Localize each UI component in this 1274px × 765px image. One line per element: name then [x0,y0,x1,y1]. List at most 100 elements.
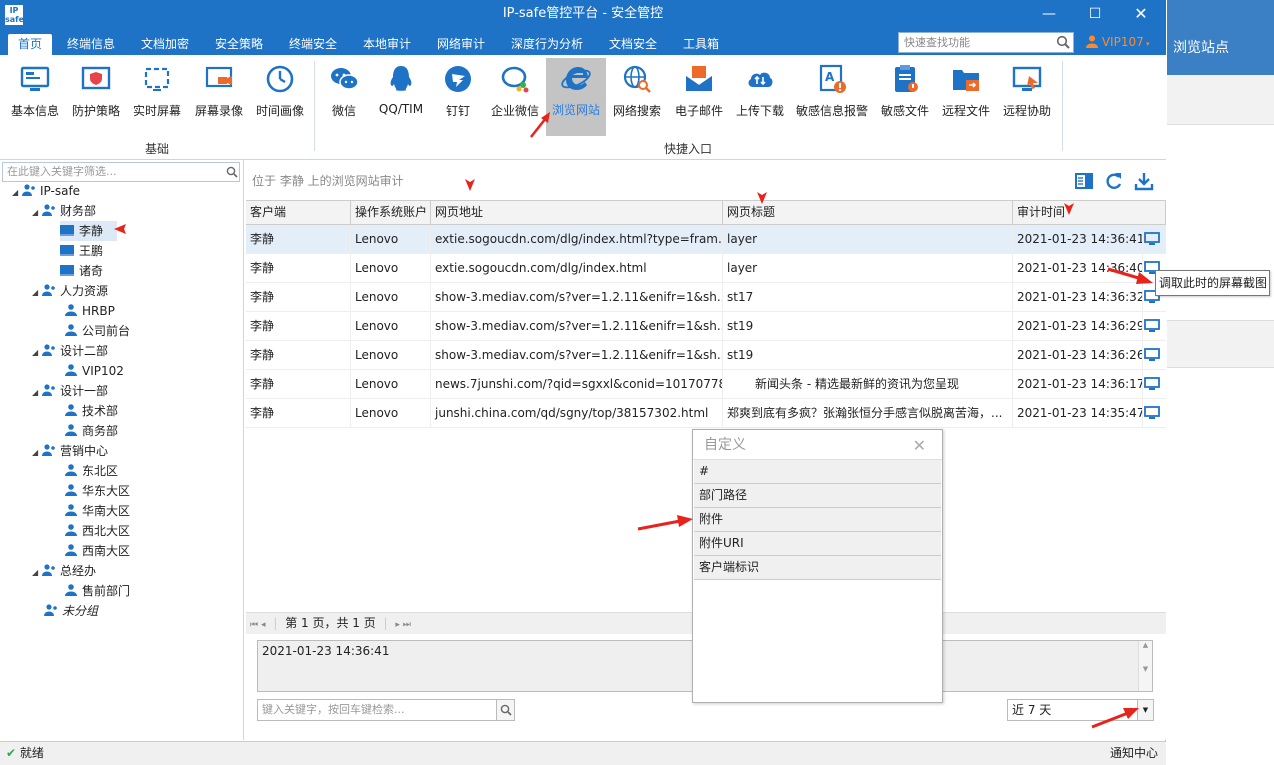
menu-local-audit[interactable]: 本地审计 [356,34,418,55]
cell-client: 李静 [246,399,351,428]
download-icon[interactable] [1134,171,1154,191]
expand-icon[interactable]: ◢ [32,563,42,583]
menu-network-audit[interactable]: 网络审计 [430,34,492,55]
sensitive-file-button[interactable]: 敏感文件 [878,59,932,131]
remote-assist-button[interactable]: 远程协助 [998,59,1056,131]
dialog-item-client-id[interactable]: 客户端标识 [694,556,941,580]
scrollbar[interactable]: ▲ ▼ [1138,641,1152,691]
user-icon [65,324,77,336]
dialog-item-hash[interactable]: # [694,460,941,484]
qq-button[interactable]: QQ/TIM [372,59,430,131]
screenshot-monitor-icon[interactable] [1144,318,1160,334]
menu-behavior-analysis[interactable]: 深度行为分析 [504,34,590,55]
check-icon: ✔ [6,746,17,760]
tree-node-hr[interactable]: ◢ 人力资源 [32,281,108,301]
keyword-search-button[interactable] [496,700,514,720]
tree-node-design2[interactable]: ◢ 设计二部 [32,341,108,361]
title-bar[interactable]: IP safe IP-safe管控平台 - 安全管控 — ☐ ✕ [0,0,1166,30]
columns-icon[interactable] [1074,171,1094,191]
protection-policy-button[interactable]: 防护策略 [68,59,124,131]
expand-icon[interactable]: ◢ [32,283,42,303]
tree-node-east[interactable]: 华东大区 [64,481,130,501]
column-audit-time[interactable]: 审计时间 [1013,201,1166,225]
tree-node-finance[interactable]: ◢ 财务部 [32,201,96,221]
tree-filter-input[interactable]: 在此键入关键字筛选... [2,162,240,182]
dialog-item-attachment[interactable]: 附件 [694,508,941,532]
search-icon[interactable] [226,166,238,178]
quick-search-input[interactable]: 快速查找功能 [898,32,1074,53]
table-row[interactable]: 李静 Lenovo show-3.mediav.com/s?ver=1.2.11&e… [246,283,1166,312]
tree-node-sales[interactable]: ◢ 营销中心 [32,441,108,461]
table-row[interactable]: 李静 Lenovo extie.sogoucdn.com/dlg/index.htm… [246,225,1166,254]
tree-node-gm-office[interactable]: ◢ 总经办 [32,561,96,581]
tree-node-design1[interactable]: ◢ 设计一部 [32,381,108,401]
tree-node-lijing[interactable]: 李静 [60,221,118,241]
tree-node-southwest[interactable]: 西南大区 [64,541,130,561]
table-row[interactable]: 李静 Lenovo show-3.mediav.com/s?ver=1.2.11&e… [246,312,1166,341]
table-row[interactable]: 李静 Lenovo junshi.china.com/qd/sgny/top/381… [246,399,1166,428]
pager-first-prev[interactable]: ⏮ ◂ [246,620,265,630]
tree-node-presale[interactable]: 售前部门 [64,581,130,601]
screenshot-monitor-icon[interactable] [1144,405,1160,421]
tree-node-zhuqi[interactable]: 诸奇 [60,261,103,281]
basic-info-button[interactable]: 基本信息 [6,59,64,131]
tree-node-ungrouped[interactable]: 未分组 [44,601,98,621]
time-profile-button[interactable]: 时间画像 [252,59,308,131]
table-row[interactable]: 李静 Lenovo show-3.mediav.com/s?ver=1.2.11&e… [246,341,1166,370]
tree-node-hrbp[interactable]: HRBP [64,301,115,321]
tree-node-root[interactable]: ◢ IP-safe [12,181,80,201]
keyword-search-input[interactable]: 键入关键字，按回车键检索... [257,699,515,721]
dialog-item-attachment-uri[interactable]: 附件URI [694,532,941,556]
live-screen-button[interactable]: 实时屏幕 [128,59,186,131]
refresh-icon[interactable] [1104,171,1124,191]
web-search-button[interactable]: 网络搜索 [610,59,664,131]
upload-download-button[interactable]: 上传下载 [732,59,788,131]
notification-center-link[interactable]: 通知中心 [1110,742,1158,764]
tree-node-south[interactable]: 华南大区 [64,501,130,521]
screen-record-button[interactable]: 屏幕录像 [190,59,248,131]
tree-node-wangpeng[interactable]: 王鹏 [60,241,103,261]
screenshot-monitor-icon[interactable] [1144,376,1160,392]
column-client[interactable]: 客户端 [246,201,351,225]
dingtalk-button[interactable]: 钉钉 [438,59,478,131]
menu-terminal-security[interactable]: 终端安全 [282,34,344,55]
email-button[interactable]: 电子邮件 [670,59,728,131]
dialog-item-dept-path[interactable]: 部门路径 [694,484,941,508]
column-os-account[interactable]: 操作系统账户 [351,201,431,225]
search-icon[interactable] [1056,35,1070,49]
menu-home[interactable]: 首页 [8,34,52,55]
column-url[interactable]: 网页地址 [431,201,723,225]
expand-icon[interactable]: ◢ [32,343,42,363]
minimize-icon[interactable]: — [1026,0,1072,28]
user-menu[interactable]: VIP107 ▾ [1086,30,1166,55]
menu-doc-encrypt[interactable]: 文档加密 [134,34,196,55]
menu-toolbox[interactable]: 工具箱 [676,34,726,55]
menu-terminal-info[interactable]: 终端信息 [60,34,122,55]
menu-security-policy[interactable]: 安全策略 [208,34,270,55]
tree-node-business[interactable]: 商务部 [64,421,118,441]
menu-doc-security[interactable]: 文档安全 [602,34,664,55]
expand-icon[interactable]: ◢ [12,183,22,203]
browse-website-button[interactable]: 浏览网站 [546,58,606,136]
dialog-title[interactable]: 自定义 [693,430,942,460]
tree-node-northwest[interactable]: 西北大区 [64,521,130,541]
maximize-icon[interactable]: ☐ [1072,0,1118,28]
expand-icon[interactable]: ◢ [32,203,42,223]
screenshot-monitor-icon[interactable] [1144,231,1160,247]
table-row[interactable]: 李静 Lenovo news.7junshi.com/?qid=sgxxl&coni… [246,370,1166,399]
close-icon[interactable]: ✕ [913,436,926,455]
pager-next-last[interactable]: ▸ ⏭ [395,620,410,630]
tree-node-vip102[interactable]: VIP102 [64,361,124,381]
remote-file-button[interactable]: 远程文件 [938,59,994,131]
sensitive-alert-button[interactable]: A 敏感信息报警 [792,59,872,131]
close-icon[interactable]: ✕ [1118,0,1164,28]
table-row[interactable]: 李静 Lenovo extie.sogoucdn.com/dlg/index.htm… [246,254,1166,283]
tree-node-front-desk[interactable]: 公司前台 [64,321,130,341]
tree-node-tech[interactable]: 技术部 [64,401,118,421]
expand-icon[interactable]: ◢ [32,383,42,403]
wechat-button[interactable]: 微信 [322,59,366,131]
expand-icon[interactable]: ◢ [32,443,42,463]
ribbon-separator [314,61,315,151]
screenshot-monitor-icon[interactable] [1144,347,1160,363]
tree-node-northeast[interactable]: 东北区 [64,461,118,481]
